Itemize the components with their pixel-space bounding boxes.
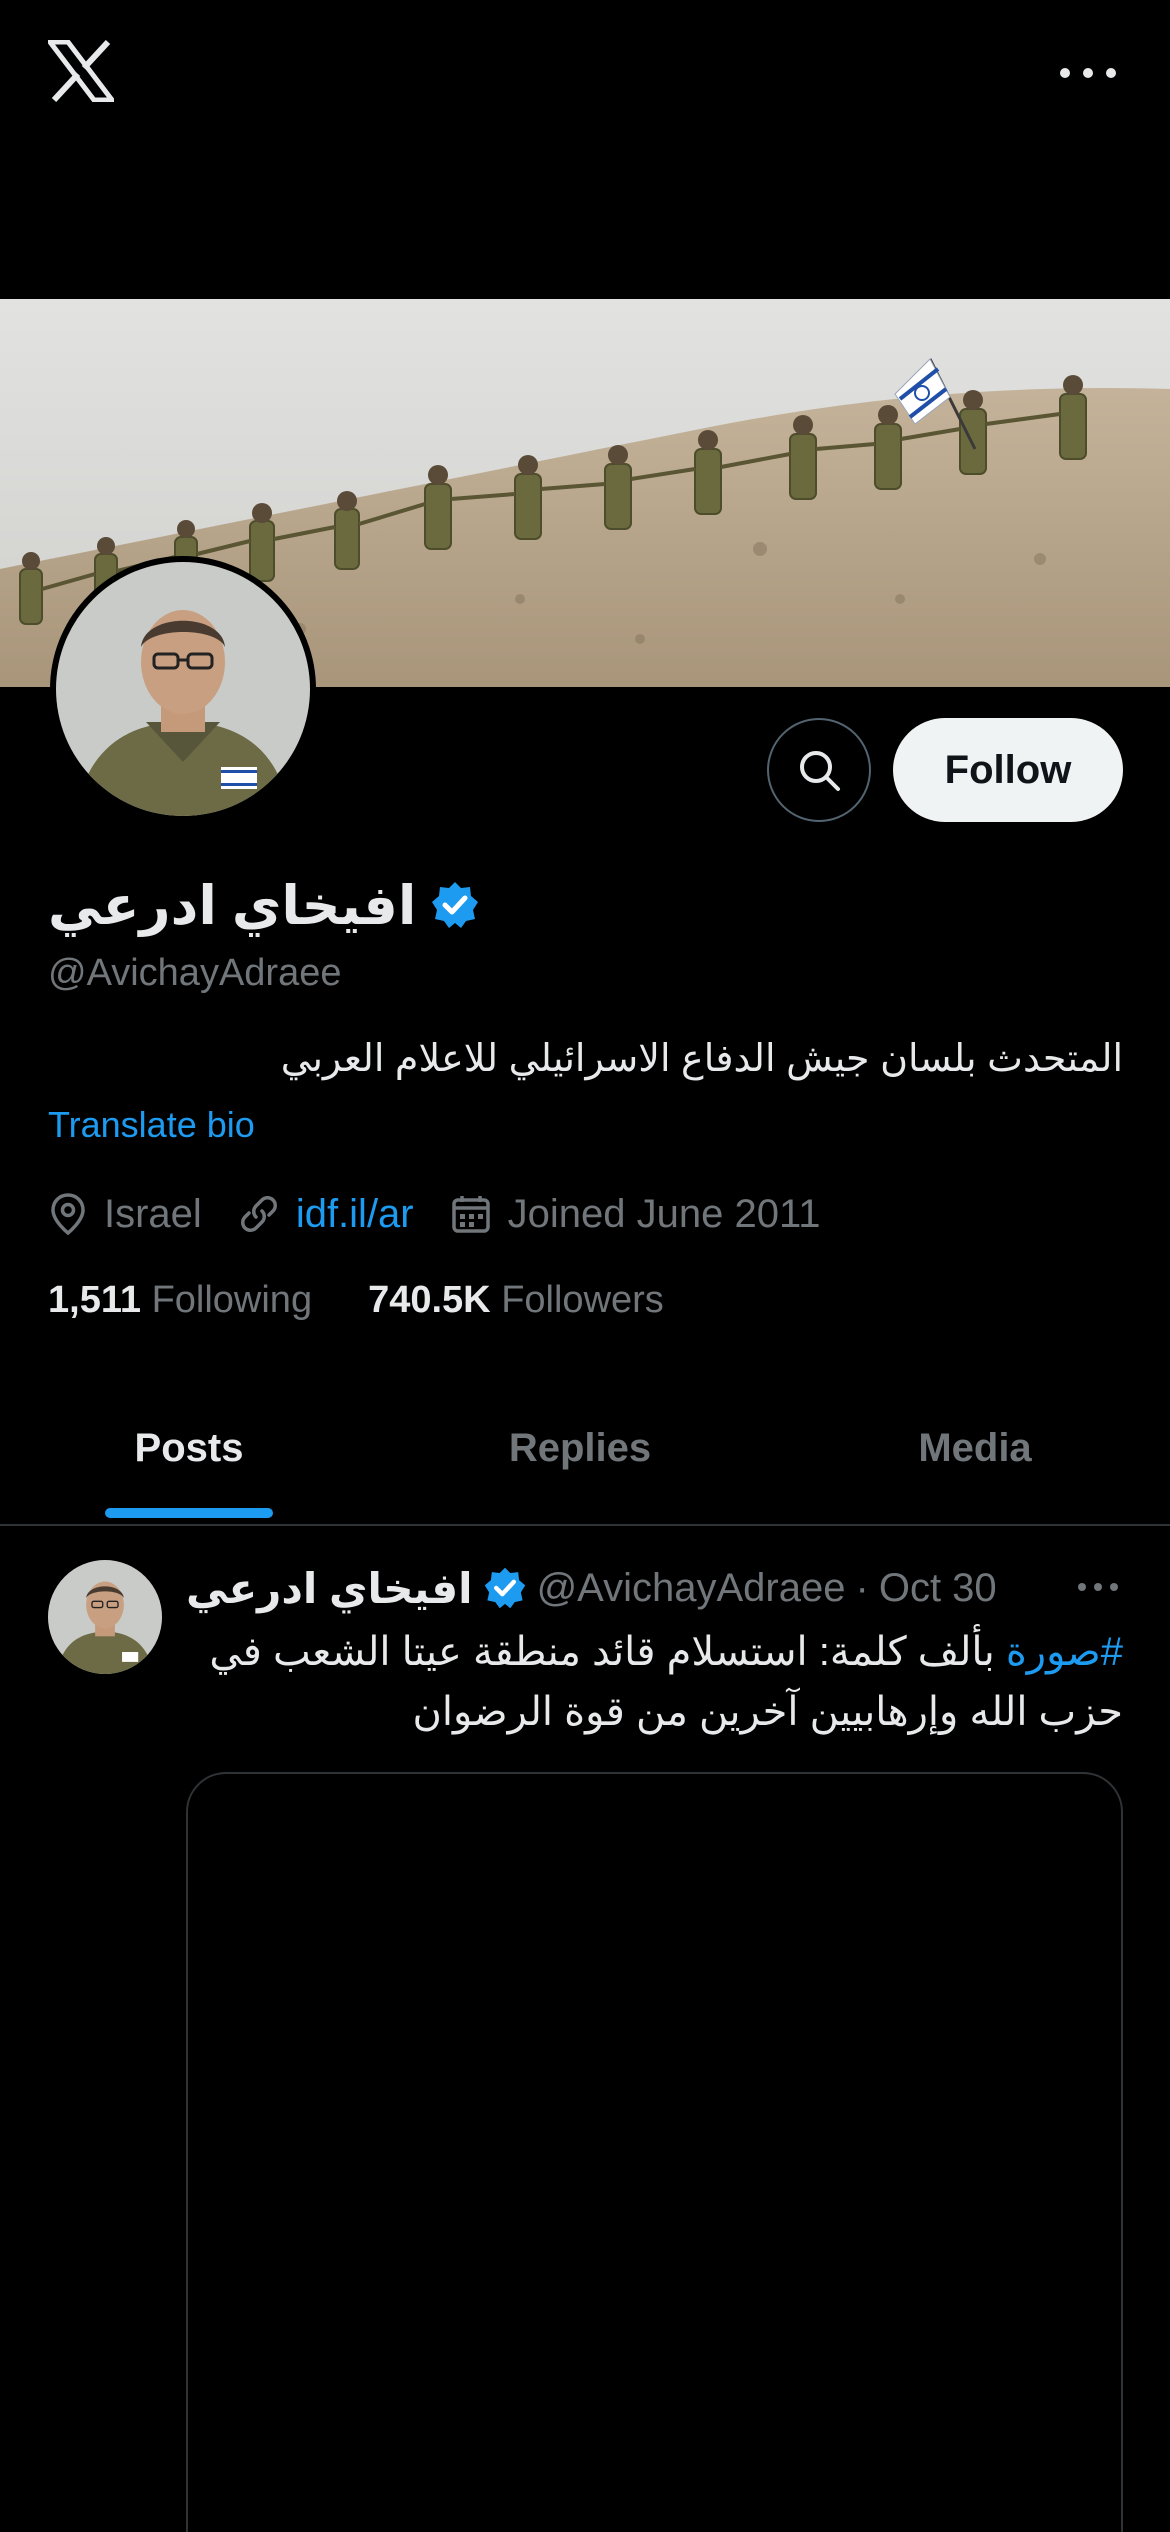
followers-stat[interactable]: 740.5K Followers — [368, 1279, 664, 1322]
website-item[interactable]: idf.il/ar — [238, 1192, 414, 1237]
joined-item: Joined June 2011 — [450, 1191, 821, 1237]
location-item: Israel — [48, 1192, 202, 1237]
following-count: 1,511 — [48, 1278, 141, 1321]
post-body: بألف كلمة: استسلام قائد منطقة عيتا الشعب… — [209, 1630, 1123, 1734]
tab-replies[interactable]: Replies — [390, 1370, 770, 1526]
profile-name-row: افيخاي ادرعي — [48, 870, 480, 940]
followers-label: Followers — [501, 1278, 664, 1321]
tab-posts[interactable]: Posts — [0, 1370, 378, 1526]
post-author-name[interactable]: افيخاي ادرعي — [186, 1564, 473, 1613]
following-stat[interactable]: 1,511 Following — [48, 1279, 312, 1322]
joined-text: Joined June 2011 — [507, 1191, 821, 1236]
post-author-handle: @AvichayAdraee — [536, 1565, 846, 1610]
link-icon — [240, 1196, 277, 1232]
active-tab-indicator — [105, 1508, 273, 1518]
tab-media[interactable]: Media — [785, 1370, 1165, 1526]
post-date[interactable]: Oct 30 — [879, 1566, 997, 1611]
display-name: افيخاي ادرعي — [48, 875, 417, 936]
profile-tabs: Posts Replies Media — [0, 1370, 1170, 1526]
follow-button[interactable]: Follow — [893, 718, 1123, 822]
post-text: #صورة بألف كلمة: استسلام قائد منطقة عيتا… — [186, 1622, 1123, 1742]
post-more-icon[interactable] — [1078, 1580, 1118, 1594]
search-button[interactable] — [767, 718, 871, 822]
verified-badge-icon — [484, 1567, 525, 1609]
search-icon — [800, 751, 840, 791]
more-horizontal-icon[interactable] — [1060, 56, 1116, 90]
following-label: Following — [151, 1278, 313, 1321]
followers-count: 740.5K — [368, 1278, 491, 1321]
website-link[interactable]: idf.il/ar — [296, 1192, 414, 1237]
profile-stats: 1,511 Following 740.5K Followers — [48, 1272, 720, 1328]
verified-badge-icon — [432, 882, 479, 928]
translate-bio-link[interactable]: Translate bio — [48, 1104, 255, 1146]
post-media[interactable] — [186, 1772, 1123, 2532]
calendar-icon — [451, 1196, 490, 1233]
profile-avatar[interactable] — [50, 556, 316, 822]
post-hashtag[interactable]: #صورة — [1006, 1630, 1123, 1674]
location-pin-icon — [51, 1193, 85, 1236]
profile-handle: @AvichayAdraee — [48, 952, 342, 994]
x-logo-icon[interactable] — [44, 39, 118, 103]
post-author-avatar[interactable] — [48, 1560, 162, 1674]
profile-meta: Israel idf.il/ar Joined June 2011 — [48, 1184, 856, 1244]
post-separator: · — [855, 1565, 869, 1610]
top-bar — [0, 0, 1170, 150]
profile-bio: المتحدث بلسان جيش الدفاع الاسرائيلي للاع… — [280, 1038, 1123, 1080]
post-header: افيخاي ادرعي @AvichayAdraee · Oct 30 — [186, 1558, 997, 1618]
location-text: Israel — [104, 1191, 202, 1236]
